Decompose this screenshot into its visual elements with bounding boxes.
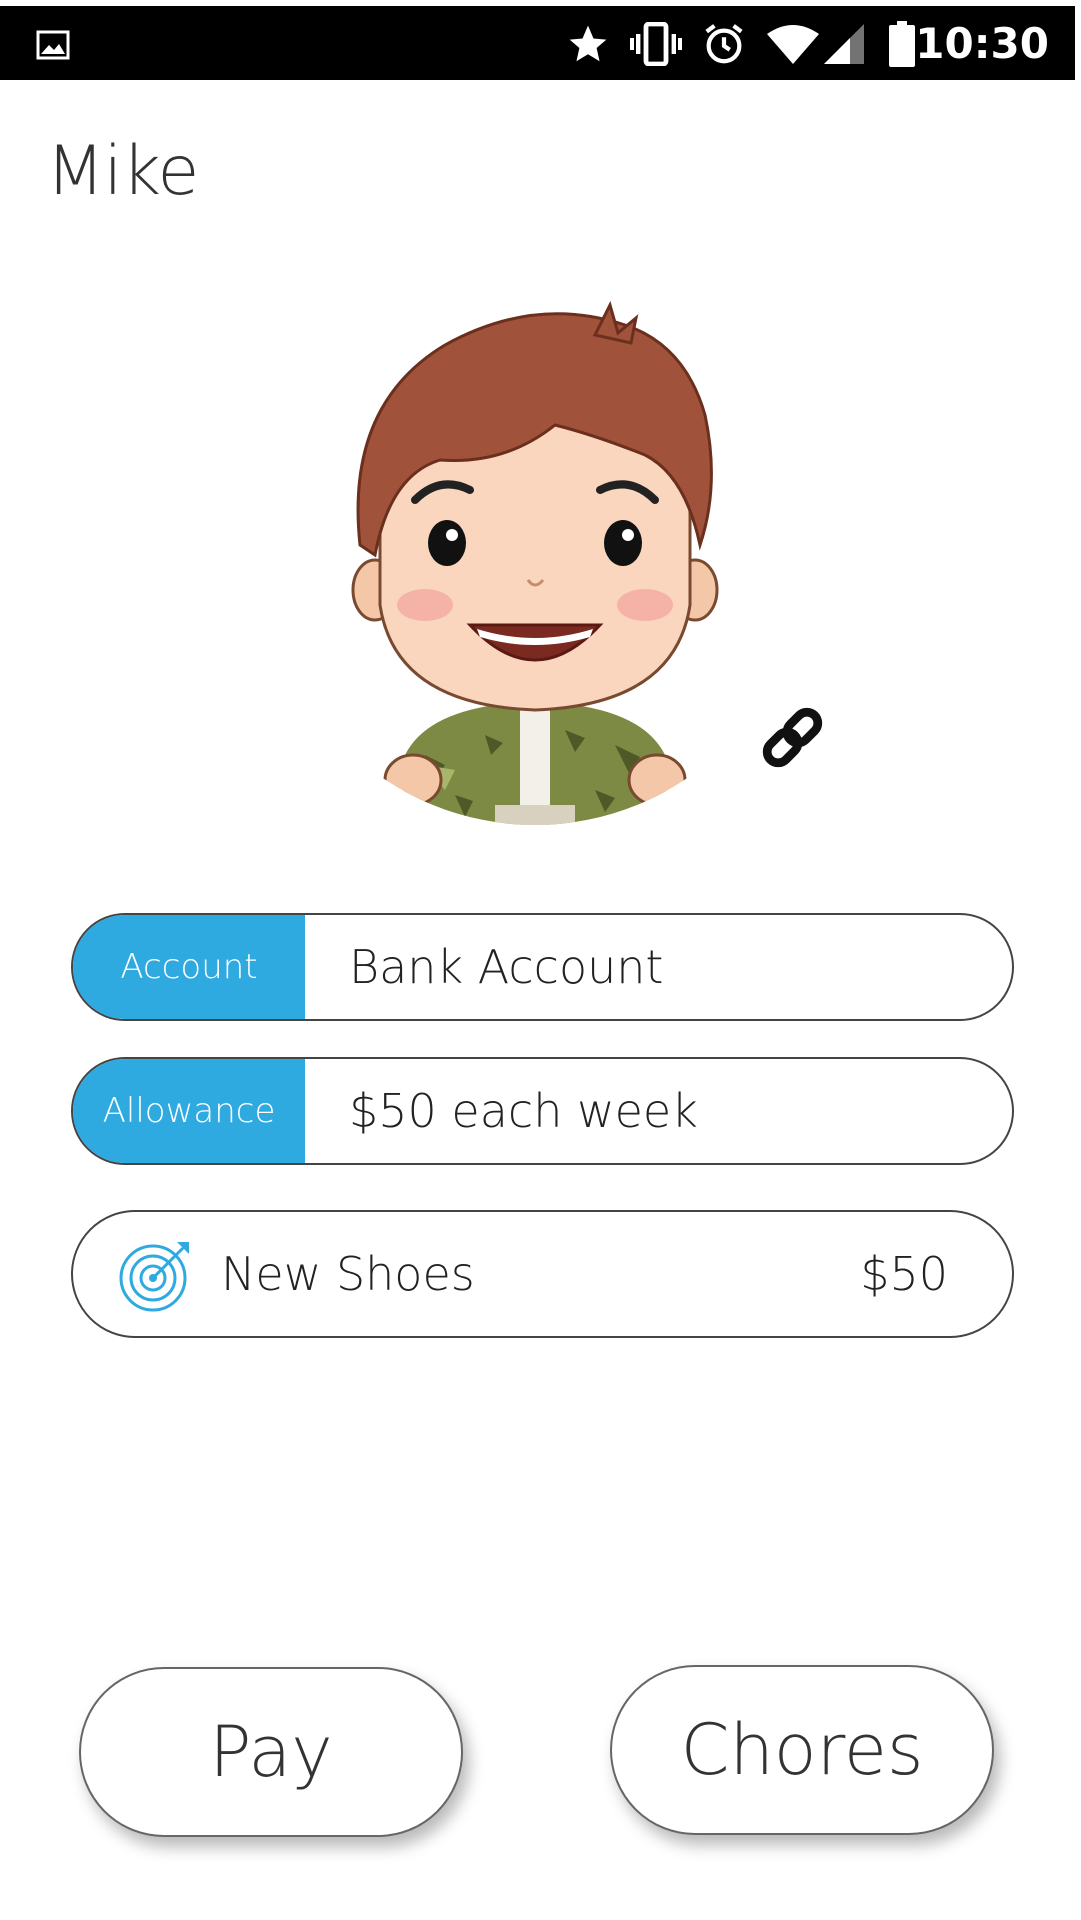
account-field[interactable]: Account Bank Account bbox=[71, 913, 1014, 1021]
avatar[interactable] bbox=[265, 285, 823, 825]
gallery-icon bbox=[36, 30, 70, 60]
clock-time: 10:30 bbox=[915, 19, 1049, 68]
wifi-icon bbox=[765, 22, 821, 66]
boy-avatar-icon bbox=[265, 285, 805, 825]
target-icon bbox=[119, 1242, 189, 1312]
alarm-icon bbox=[700, 22, 748, 66]
link-icon[interactable] bbox=[755, 700, 830, 775]
account-tag: Account bbox=[73, 915, 305, 1019]
allowance-value: $50 each week bbox=[349, 1084, 698, 1138]
vibrate-icon bbox=[630, 22, 682, 66]
goal-item[interactable]: New Shoes $50 bbox=[71, 1210, 1014, 1338]
chores-button[interactable]: Chores bbox=[610, 1665, 994, 1835]
signal-icon bbox=[822, 22, 866, 66]
goal-name: New Shoes bbox=[221, 1247, 475, 1301]
profile-name: Mike bbox=[46, 132, 199, 211]
allowance-field[interactable]: Allowance $50 each week bbox=[71, 1057, 1014, 1165]
account-value: Bank Account bbox=[349, 940, 664, 994]
status-bar: 10:30 bbox=[0, 6, 1075, 80]
goal-amount: $50 bbox=[860, 1247, 948, 1301]
pay-button[interactable]: Pay bbox=[79, 1667, 463, 1837]
battery-icon bbox=[885, 21, 919, 67]
allowance-tag: Allowance bbox=[73, 1059, 305, 1163]
star-icon bbox=[565, 22, 611, 66]
